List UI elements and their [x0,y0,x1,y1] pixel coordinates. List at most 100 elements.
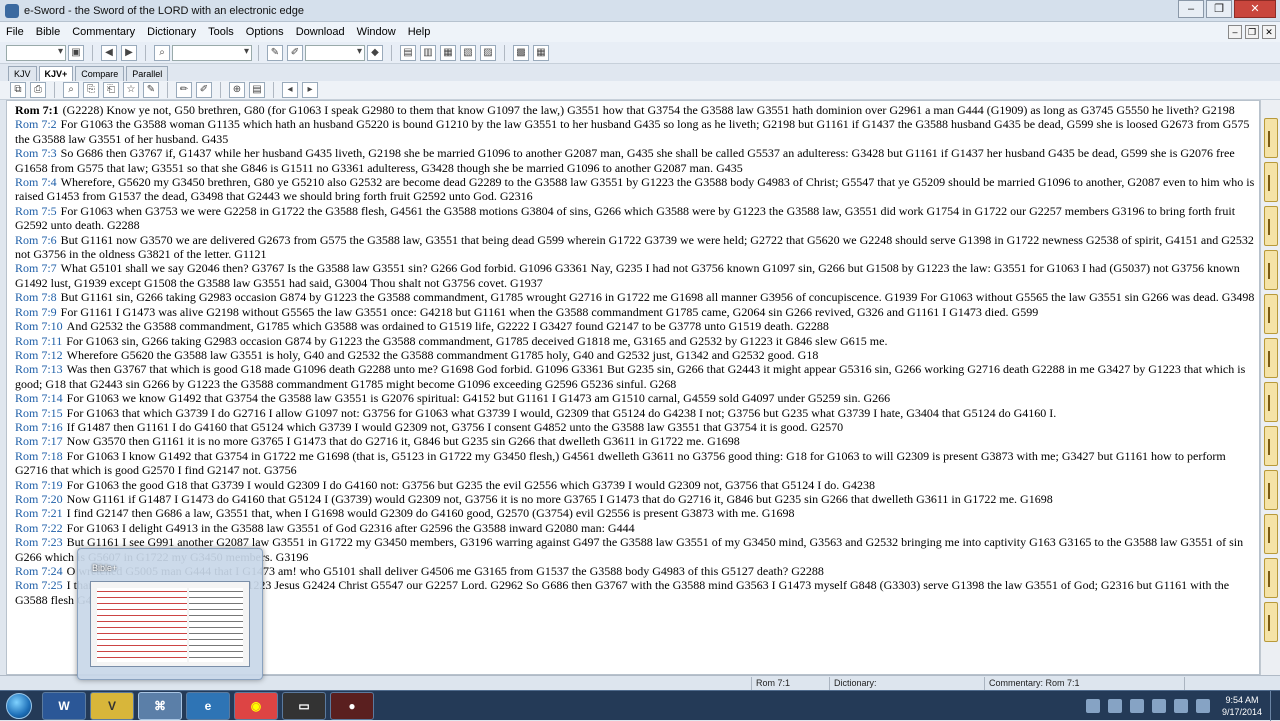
verse-reference[interactable]: Rom 7:3 [15,146,57,160]
tab-compare[interactable]: Compare [75,66,125,81]
esword-taskbar-icon[interactable]: ⌘ [138,691,182,720]
copy-icon[interactable]: ⧉ [10,82,26,98]
verse-reference[interactable]: Rom 7:20 [15,492,63,506]
verse-row[interactable]: Rom 7:22 For G1063 I delight G4913 in the… [15,521,1255,535]
verse-row[interactable]: Rom 7:12 Wherefore G5620 the G3588 law G3… [15,348,1255,362]
layout-2-icon[interactable]: ▥ [420,44,436,61]
verse-row[interactable]: Rom 7:7 What G5101 shall we say G2046 the… [15,261,1255,290]
verse-reference[interactable]: Rom 7:13 [15,362,63,376]
verse-row[interactable]: Rom 7:19 For G1063 the good G18 that G373… [15,478,1255,492]
menu-help[interactable]: Help [408,26,431,38]
highlight-combo[interactable] [305,44,365,61]
minimize-button[interactable]: – [1178,0,1204,18]
verse-reference[interactable]: Rom 7:15 [15,406,63,420]
verse-row[interactable]: Rom 7:15 For G1063 that which G3739 I do … [15,406,1255,420]
verse-reference[interactable]: Rom 7:22 [15,521,63,535]
side-tab-8[interactable] [1264,426,1278,466]
verse-row[interactable]: Rom 7:13 Was then G3767 that which is goo… [15,362,1255,391]
side-tab-4[interactable] [1264,250,1278,290]
show-desktop-button[interactable] [1270,691,1280,721]
side-tab-9[interactable] [1264,470,1278,510]
verse-row[interactable]: Rom 7:5 For G1063 when G3753 we were G225… [15,204,1255,233]
verse-reference[interactable]: Rom 7:9 [15,305,57,319]
highlight-icon[interactable]: ✐ [287,44,303,61]
calendar-icon[interactable]: ▦ [533,44,549,61]
mdi-restore-icon[interactable]: ❐ [1245,25,1259,39]
draw-icon[interactable]: ✐ [196,82,212,98]
find-icon[interactable]: ⌕ [63,82,79,98]
book-combo[interactable] [6,44,66,61]
layout-1-icon[interactable]: ▤ [400,44,416,61]
power-icon[interactable] [1195,699,1210,713]
side-tab-2[interactable] [1264,162,1278,202]
verse-reference[interactable]: Rom 7:1 [15,103,59,117]
verse-reference[interactable]: Rom 7:6 [15,233,57,247]
layout-4-icon[interactable]: ▧ [460,44,476,61]
chrome-taskbar-icon[interactable]: ◉ [234,691,278,720]
menu-download[interactable]: Download [296,26,345,38]
verse-reference[interactable]: Rom 7:14 [15,391,63,405]
side-tab-3[interactable] [1264,206,1278,246]
tab-kjv-plus[interactable]: KJV+ [38,66,74,81]
bookmark-icon[interactable]: ☆ [123,82,139,98]
menu-options[interactable]: Options [246,26,284,38]
verse-reference[interactable]: Rom 7:4 [15,175,57,189]
mdi-minimize-icon[interactable]: – [1228,25,1242,39]
side-tab-10[interactable] [1264,514,1278,554]
clear-icon[interactable]: ◆ [367,44,383,61]
verse-row[interactable]: Rom 7:11 For G1063 sin, G266 taking G2983… [15,334,1255,348]
tab-parallel[interactable]: Parallel [126,66,169,81]
shield-icon[interactable] [1151,699,1166,713]
menu-window[interactable]: Window [357,26,396,38]
verse-row[interactable]: Rom 7:2 For G1063 the G3588 woman G1135 w… [15,117,1255,146]
record-taskbar-icon[interactable]: ● [330,691,374,720]
verse-row[interactable]: Rom 7:20 Now G1161 if G1487 I G1473 do G4… [15,492,1255,506]
side-tab-7[interactable] [1264,382,1278,422]
volume-icon[interactable] [1129,699,1144,713]
verse-row[interactable]: Rom 7:16 If G1487 then G1161 I do G4160 t… [15,420,1255,434]
word-taskbar-icon[interactable]: W [42,691,86,720]
verse-row[interactable]: Rom 7:3 So G686 then G3767 if, G1437 whil… [15,146,1255,175]
layout-5-icon[interactable]: ▨ [480,44,496,61]
verse-reference[interactable]: Rom 7:7 [15,261,57,275]
restore-button[interactable]: ❐ [1206,0,1232,18]
verse-reference[interactable]: Rom 7:23 [15,535,63,549]
mdi-close-icon[interactable]: ✕ [1262,25,1276,39]
verse-row[interactable]: Rom 7:18 For G1063 I know G1492 that G375… [15,449,1255,478]
verse-row[interactable]: Rom 7:6 But G1161 now G3570 we are delive… [15,233,1255,262]
side-tab-6[interactable] [1264,338,1278,378]
ie-taskbar-icon[interactable]: e [186,691,230,720]
cloud-icon[interactable] [1173,699,1188,713]
paste-icon[interactable]: ⎗ [103,82,119,98]
menu-tools[interactable]: Tools [208,26,234,38]
notes-icon[interactable]: ✎ [143,82,159,98]
verse-row[interactable]: Rom 7:9 For G1161 I G1473 was alive G2198… [15,305,1255,319]
close-button[interactable]: ✕ [1234,0,1276,18]
verse-row[interactable]: Rom 7:4 Wherefore, G5620 my G3450 brethre… [15,175,1255,204]
save-icon[interactable]: ▣ [68,44,84,61]
verse-reference[interactable]: Rom 7:11 [15,334,62,348]
verse-row[interactable]: Rom 7:8 But G1161 sin, G266 taking G2983 … [15,290,1255,304]
verse-reference[interactable]: Rom 7:10 [15,319,63,333]
layout-3-icon[interactable]: ▦ [440,44,456,61]
verse-row[interactable]: Rom 7:1 (G2228) Know ye not, G50 brethren… [15,103,1255,117]
tab-kjv[interactable]: KJV [8,66,37,81]
verse-reference[interactable]: Rom 7:5 [15,204,57,218]
menu-bible[interactable]: Bible [36,26,60,38]
verse-reference[interactable]: Rom 7:25 [15,578,63,592]
system-clock[interactable]: 9:54 AM 9/17/2014 [1222,694,1262,718]
utility-taskbar-icon[interactable]: ▭ [282,691,326,720]
copy-verse-icon[interactable]: ⎘ [83,82,99,98]
pen-icon[interactable]: ✏ [176,82,192,98]
print-verse-icon[interactable]: ⎙ [30,82,46,98]
side-tab-11[interactable] [1264,558,1278,598]
forward-icon[interactable]: ▶ [121,44,137,61]
verse-row[interactable]: Rom 7:14 For G1063 we know G1492 that G37… [15,391,1255,405]
menu-commentary[interactable]: Commentary [72,26,135,38]
verse-reference[interactable]: Rom 7:8 [15,290,57,304]
menu-file[interactable]: File [6,26,24,38]
side-tab-5[interactable] [1264,294,1278,334]
taskbar-preview-thumbnail[interactable]: Bible+ [77,548,263,680]
back-icon[interactable]: ◀ [101,44,117,61]
verse-reference[interactable]: Rom 7:17 [15,434,63,448]
